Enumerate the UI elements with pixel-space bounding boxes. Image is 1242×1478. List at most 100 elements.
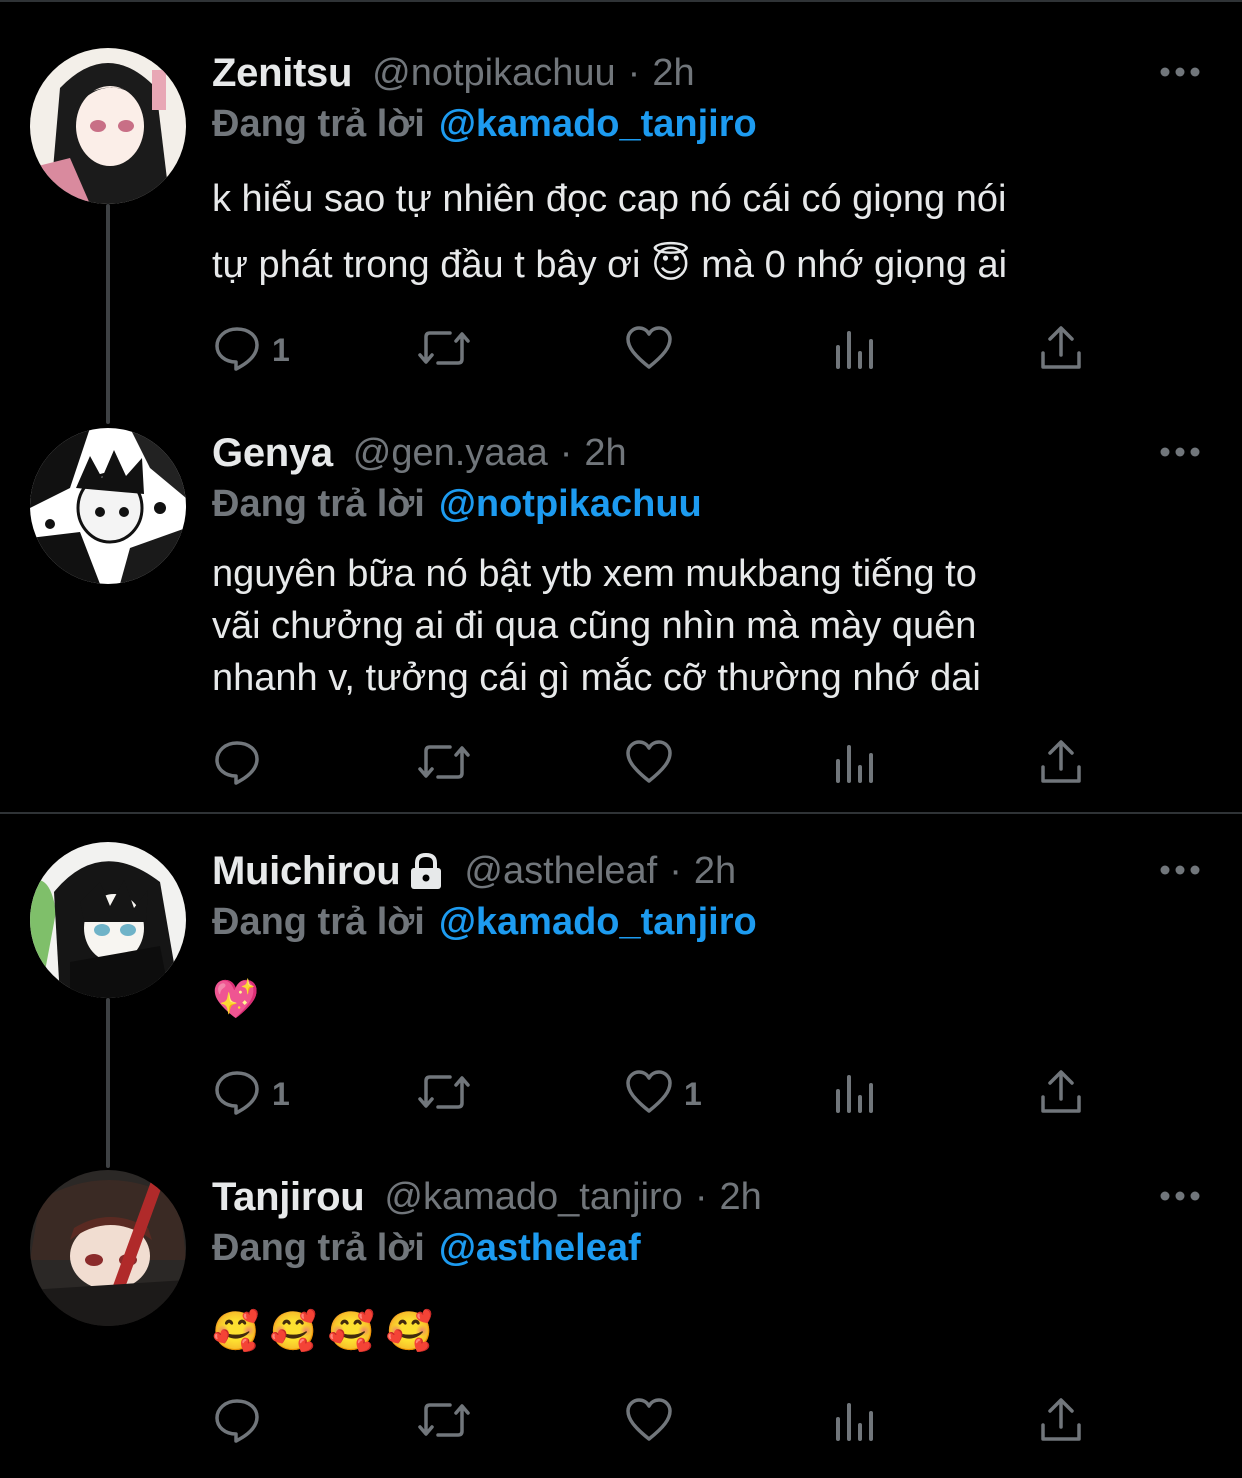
- reply-count: 1: [272, 1075, 290, 1112]
- tweet-text-line: nguyên bữa nó bật ytb xem mukbang tiếng …: [212, 553, 977, 595]
- more-icon[interactable]: [1158, 432, 1202, 472]
- avatar[interactable]: [30, 48, 186, 204]
- like-icon: [624, 323, 674, 378]
- user-handle[interactable]: @gen.yaaa: [353, 432, 548, 475]
- share-button[interactable]: [1038, 734, 1084, 794]
- replying-label: Đang trả lời: [212, 1226, 425, 1269]
- retweet-button[interactable]: [416, 320, 472, 380]
- views-icon: [832, 323, 876, 378]
- avatar[interactable]: [30, 428, 186, 584]
- replying-to: Đang trả lời @notpikachuu: [212, 480, 702, 528]
- mention-link[interactable]: @notpikachuu: [439, 483, 702, 526]
- separator: ·: [559, 431, 573, 474]
- like-icon: [624, 737, 674, 792]
- display-name[interactable]: Zenitsu: [212, 51, 352, 96]
- timestamp[interactable]: 2h: [694, 850, 736, 893]
- user-handle[interactable]: @kamado_tanjiro: [384, 1176, 682, 1219]
- retweet-icon: [416, 323, 472, 378]
- tweet-text-line: vãi chưởng ai đi qua cũng nhìn mà mày qu…: [212, 605, 977, 647]
- replying-label: Đang trả lời: [212, 482, 425, 525]
- retweet-button[interactable]: [416, 734, 472, 794]
- mention-link[interactable]: @astheleaf: [439, 1227, 641, 1270]
- replying-to: Đang trả lời @kamado_tanjiro: [212, 898, 757, 946]
- share-icon: [1038, 1067, 1084, 1122]
- reply-icon: [212, 737, 262, 792]
- like-icon: [624, 1067, 674, 1122]
- tweet-tanjirou[interactable]: Tanjirou @kamado_tanjiro · 2h Đang trả l…: [0, 1170, 1242, 1462]
- views-button[interactable]: [832, 1392, 876, 1452]
- tweet-text-line: nhanh v, tưởng cái gì mắc cỡ thường nhớ …: [212, 657, 981, 699]
- reply-icon: [212, 323, 262, 378]
- display-name[interactable]: Genya: [212, 431, 333, 476]
- tweet-muichirou[interactable]: Muichirou @astheleaf · 2h Đang trả lời @…: [0, 842, 1242, 1136]
- share-icon: [1038, 323, 1084, 378]
- tweet-genya[interactable]: Genya @gen.yaaa · 2h Đang trả lời @notpi…: [0, 428, 1242, 798]
- views-button[interactable]: [832, 320, 876, 380]
- views-icon: [832, 1067, 876, 1122]
- more-icon[interactable]: [1158, 850, 1202, 890]
- retweet-icon: [416, 737, 472, 792]
- views-icon: [832, 737, 876, 792]
- more-icon[interactable]: [1158, 52, 1202, 92]
- replying-label: Đang trả lời: [212, 102, 425, 145]
- retweet-icon: [416, 1395, 472, 1450]
- share-icon: [1038, 1395, 1084, 1450]
- timestamp[interactable]: 2h: [584, 432, 626, 475]
- user-handle[interactable]: @astheleaf: [464, 850, 657, 893]
- share-icon: [1038, 737, 1084, 792]
- like-button[interactable]: [624, 734, 684, 794]
- tweet-text-line: tự phát trong đầu t bây ơi 😇 mà 0 nhớ gi…: [212, 244, 1008, 286]
- action-bar: 1 1: [212, 1064, 1092, 1124]
- reply-icon: [212, 1395, 262, 1450]
- action-bar: [212, 734, 1092, 794]
- user-handle[interactable]: @notpikachuu: [372, 52, 616, 95]
- retweet-button[interactable]: [416, 1392, 472, 1452]
- separator: ·: [627, 51, 641, 94]
- like-button[interactable]: [624, 1392, 684, 1452]
- share-button[interactable]: [1038, 320, 1084, 380]
- retweet-icon: [416, 1067, 472, 1122]
- like-count: 1: [684, 1075, 702, 1112]
- tweet-text: k hiểu sao tự nhiên đọc cap nó cái có gi…: [212, 166, 1202, 298]
- avatar[interactable]: [30, 842, 186, 998]
- reply-button[interactable]: [212, 1392, 272, 1452]
- tweet-text: 🥰 🥰 🥰 🥰: [212, 1306, 1202, 1358]
- replying-to: Đang trả lời @kamado_tanjiro: [212, 100, 757, 148]
- tweet-text: 💖: [212, 974, 1202, 1026]
- reply-count: 1: [272, 331, 290, 368]
- timestamp[interactable]: 2h: [652, 52, 694, 95]
- more-icon[interactable]: [1158, 1176, 1202, 1216]
- retweet-button[interactable]: [416, 1064, 472, 1124]
- tweet-text-line: 🥰 🥰 🥰 🥰: [212, 1311, 433, 1353]
- mention-link[interactable]: @kamado_tanjiro: [439, 103, 757, 146]
- display-name[interactable]: Muichirou: [212, 849, 401, 894]
- mention-link[interactable]: @kamado_tanjiro: [439, 901, 757, 944]
- reply-button[interactable]: 1: [212, 320, 290, 380]
- reply-button[interactable]: [212, 734, 272, 794]
- replying-to: Đang trả lời @astheleaf: [212, 1224, 641, 1272]
- tweet-zenitsu[interactable]: Zenitsu @notpikachuu · 2h Đang trả lời @…: [0, 48, 1242, 388]
- tweet-text-line: 💖: [212, 979, 260, 1021]
- timestamp[interactable]: 2h: [719, 1176, 761, 1219]
- like-button[interactable]: 1: [624, 1064, 702, 1124]
- display-name[interactable]: Tanjirou: [212, 1175, 365, 1220]
- like-icon: [624, 1395, 674, 1450]
- like-button[interactable]: [624, 320, 684, 380]
- views-button[interactable]: [832, 1064, 876, 1124]
- avatar[interactable]: [30, 1170, 186, 1326]
- conversation-divider: [0, 812, 1242, 814]
- views-button[interactable]: [832, 734, 876, 794]
- reply-icon: [212, 1067, 262, 1122]
- replying-label: Đang trả lời: [212, 900, 425, 943]
- tweet-text: nguyên bữa nó bật ytb xem mukbang tiếng …: [212, 548, 1202, 704]
- top-divider: [0, 0, 1242, 2]
- separator: ·: [694, 1175, 708, 1218]
- share-button[interactable]: [1038, 1392, 1084, 1452]
- tweet-text-line: k hiểu sao tự nhiên đọc cap nó cái có gi…: [212, 178, 1007, 220]
- reply-button[interactable]: 1: [212, 1064, 290, 1124]
- lock-icon: [402, 846, 450, 896]
- separator: ·: [669, 849, 682, 892]
- share-button[interactable]: [1038, 1064, 1084, 1124]
- action-bar: [212, 1392, 1092, 1452]
- views-icon: [832, 1395, 876, 1450]
